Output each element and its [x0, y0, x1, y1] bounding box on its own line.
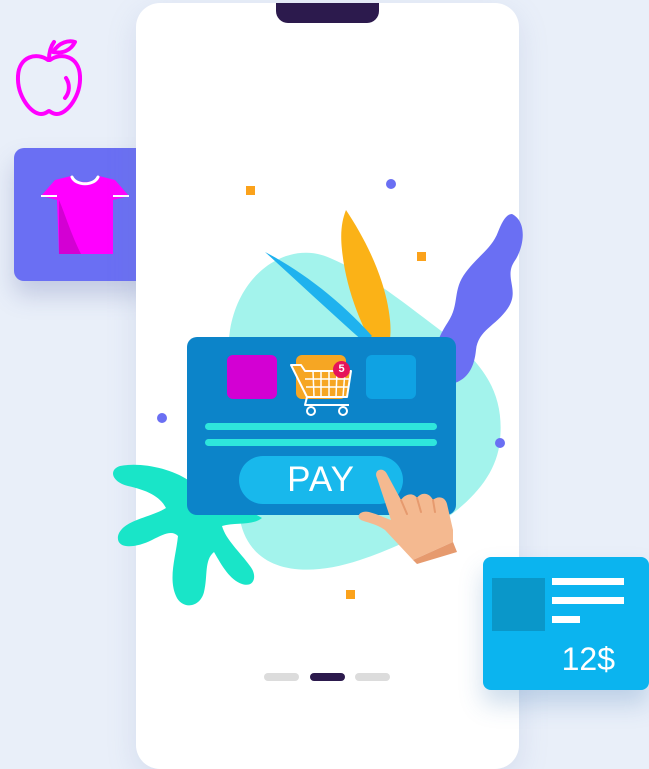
info-bar: [205, 439, 437, 446]
blue-tile: [366, 355, 416, 399]
info-bar: [205, 423, 437, 430]
pointing-hand-icon: [358, 469, 457, 564]
confetti-square: [417, 252, 426, 261]
confetti-square: [246, 186, 255, 195]
confetti-dot: [386, 179, 396, 189]
confetti-dot: [495, 438, 505, 448]
price-card[interactable]: 12$: [483, 557, 649, 690]
text-line: [552, 578, 624, 585]
product-thumbnail: [492, 578, 545, 631]
confetti-square: [346, 590, 355, 599]
text-line: [552, 597, 624, 604]
magenta-tile: [227, 355, 277, 399]
confetti-dot: [157, 413, 167, 423]
cart-badge: 5: [333, 361, 350, 378]
text-line: [552, 616, 580, 623]
pagination-dot[interactable]: [355, 673, 390, 681]
pagination-dot-active[interactable]: [310, 673, 345, 681]
price-label: 12$: [561, 641, 615, 677]
pagination-dot[interactable]: [264, 673, 299, 681]
